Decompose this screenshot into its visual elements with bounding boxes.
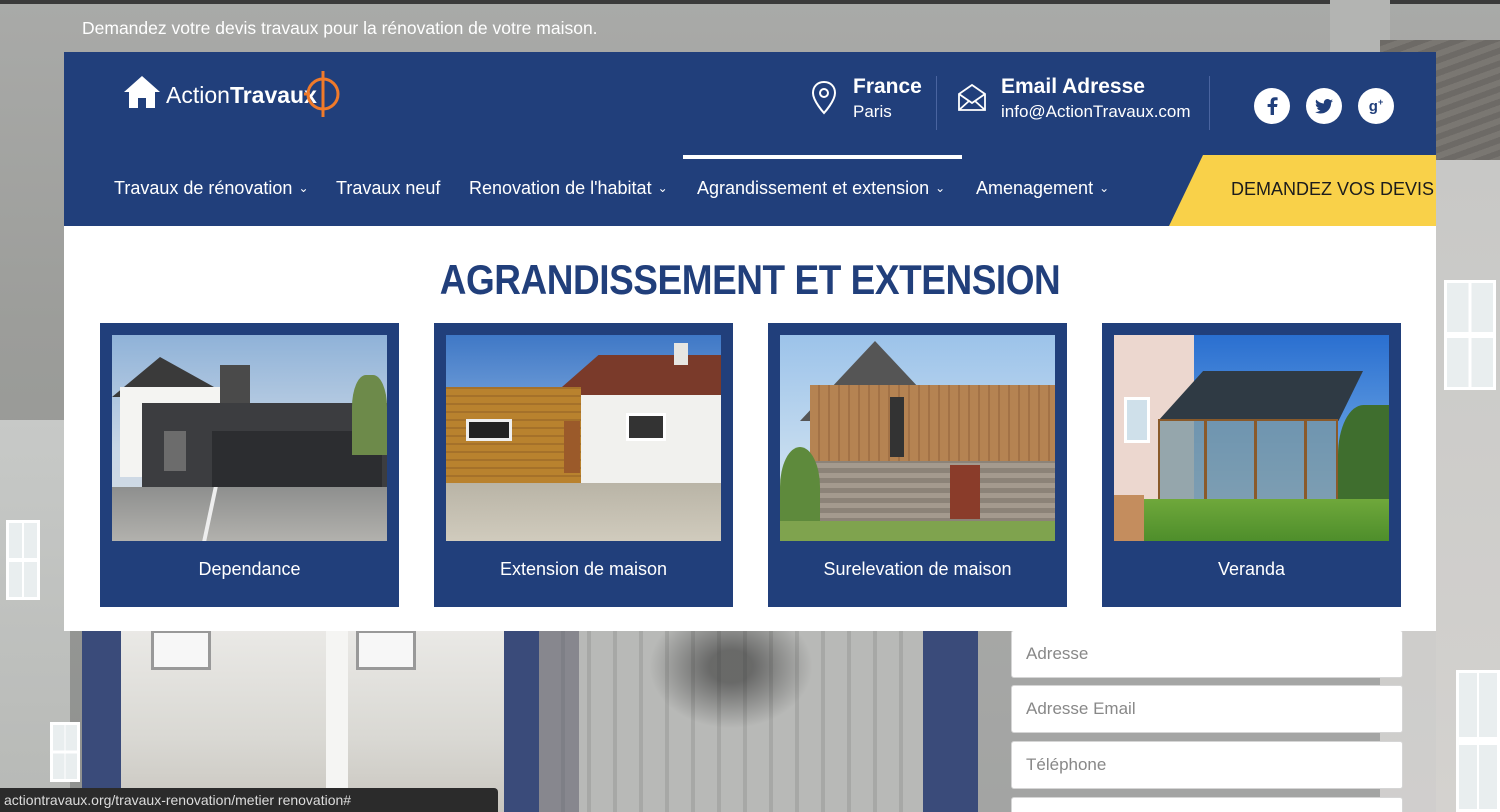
card-surelevation-maison[interactable]: Surelevation de maison [768,323,1067,607]
envelope-icon [958,83,986,111]
card-label: Veranda [1217,559,1286,579]
request-quote-button[interactable]: DEMANDEZ VOS DEVIS [1169,155,1436,226]
email-placeholder: Adresse Email [1026,699,1136,718]
email-title: Email Adresse [1001,75,1145,98]
background-window [1456,670,1500,812]
nav-active-indicator [683,155,962,159]
card-label: Dependance [198,559,301,579]
request-quote-label: DEMANDEZ VOS DEVIS [1231,179,1435,199]
nav-item-travaux-neuf[interactable]: Travaux neuf [336,178,440,199]
address-placeholder: Adresse [1026,644,1089,663]
location-city: Paris [853,102,892,121]
veranda-photo [1114,335,1389,541]
background-window [50,722,80,782]
phone-placeholder: Téléphone [1026,755,1107,774]
extension-photo [446,335,721,541]
header-divider [936,76,937,130]
site-logo[interactable]: ActionTravaux [122,71,352,122]
card-label: Extension de maison [499,559,668,579]
nav-item-renovation-habitat[interactable]: Renovation de l'habitat ⌄ [469,178,668,199]
header-divider [1209,76,1210,130]
twitter-button[interactable] [1306,88,1342,124]
address-input[interactable]: Adresse [1011,630,1403,678]
topbar-tagline: Demandez votre devis travaux pour la rén… [82,18,598,38]
facebook-icon [1267,97,1278,115]
card-label: Surelevation de maison [823,559,1012,579]
map-pin-icon [811,80,837,115]
card-veranda[interactable]: Veranda [1102,323,1401,607]
card-dependance[interactable]: Dependance [100,323,399,607]
chevron-down-icon: ⌄ [298,181,309,195]
house-logo-icon [124,76,160,108]
project-textarea[interactable] [1011,797,1403,812]
chevron-down-icon: ⌄ [657,181,668,195]
facebook-button[interactable] [1254,88,1290,124]
background-window [1444,280,1496,390]
google-plus-button[interactable]: g+ [1358,88,1394,124]
target-logo-icon [304,71,340,117]
background-window [6,520,40,600]
site-header: ActionTravaux France Paris Email Adresse… [64,52,1436,155]
nav-item-travaux-renovation[interactable]: Travaux de rénovation ⌄ [114,178,309,199]
mega-menu-title: AGRANDISSEMENT ET EXTENSION [439,256,1061,303]
renovation-photo-1 [121,630,504,812]
browser-status-url: actiontravaux.org/travaux-renovation/met… [0,788,498,812]
nav-item-amenagement[interactable]: Amenagement ⌄ [976,178,1109,199]
chevron-down-icon: ⌄ [1099,181,1110,195]
twitter-icon [1315,98,1333,114]
dependance-photo [112,335,387,541]
surelevation-photo [780,335,1055,541]
email-address-link[interactable]: info@ActionTravaux.com [1001,102,1191,122]
nav-item-agrandissement[interactable]: Agrandissement et extension ⌄ [697,178,945,199]
email-input[interactable]: Adresse Email [1011,685,1403,733]
renovation-photo-2 [539,630,923,812]
top-edge [0,0,1500,4]
card-extension-maison[interactable]: Extension de maison [434,323,733,607]
location-title: France [853,75,922,98]
chevron-down-icon: ⌄ [935,181,946,195]
mega-menu-dropdown: AGRANDISSEMENT ET EXTENSION Dependance E… [64,226,1436,631]
main-navigation: Travaux de rénovation ⌄ Travaux neuf Reno… [64,155,1436,226]
phone-input[interactable]: Téléphone [1011,741,1403,789]
logo-wordmark: ActionTravaux [166,82,317,108]
google-plus-icon: g+ [1368,97,1384,115]
